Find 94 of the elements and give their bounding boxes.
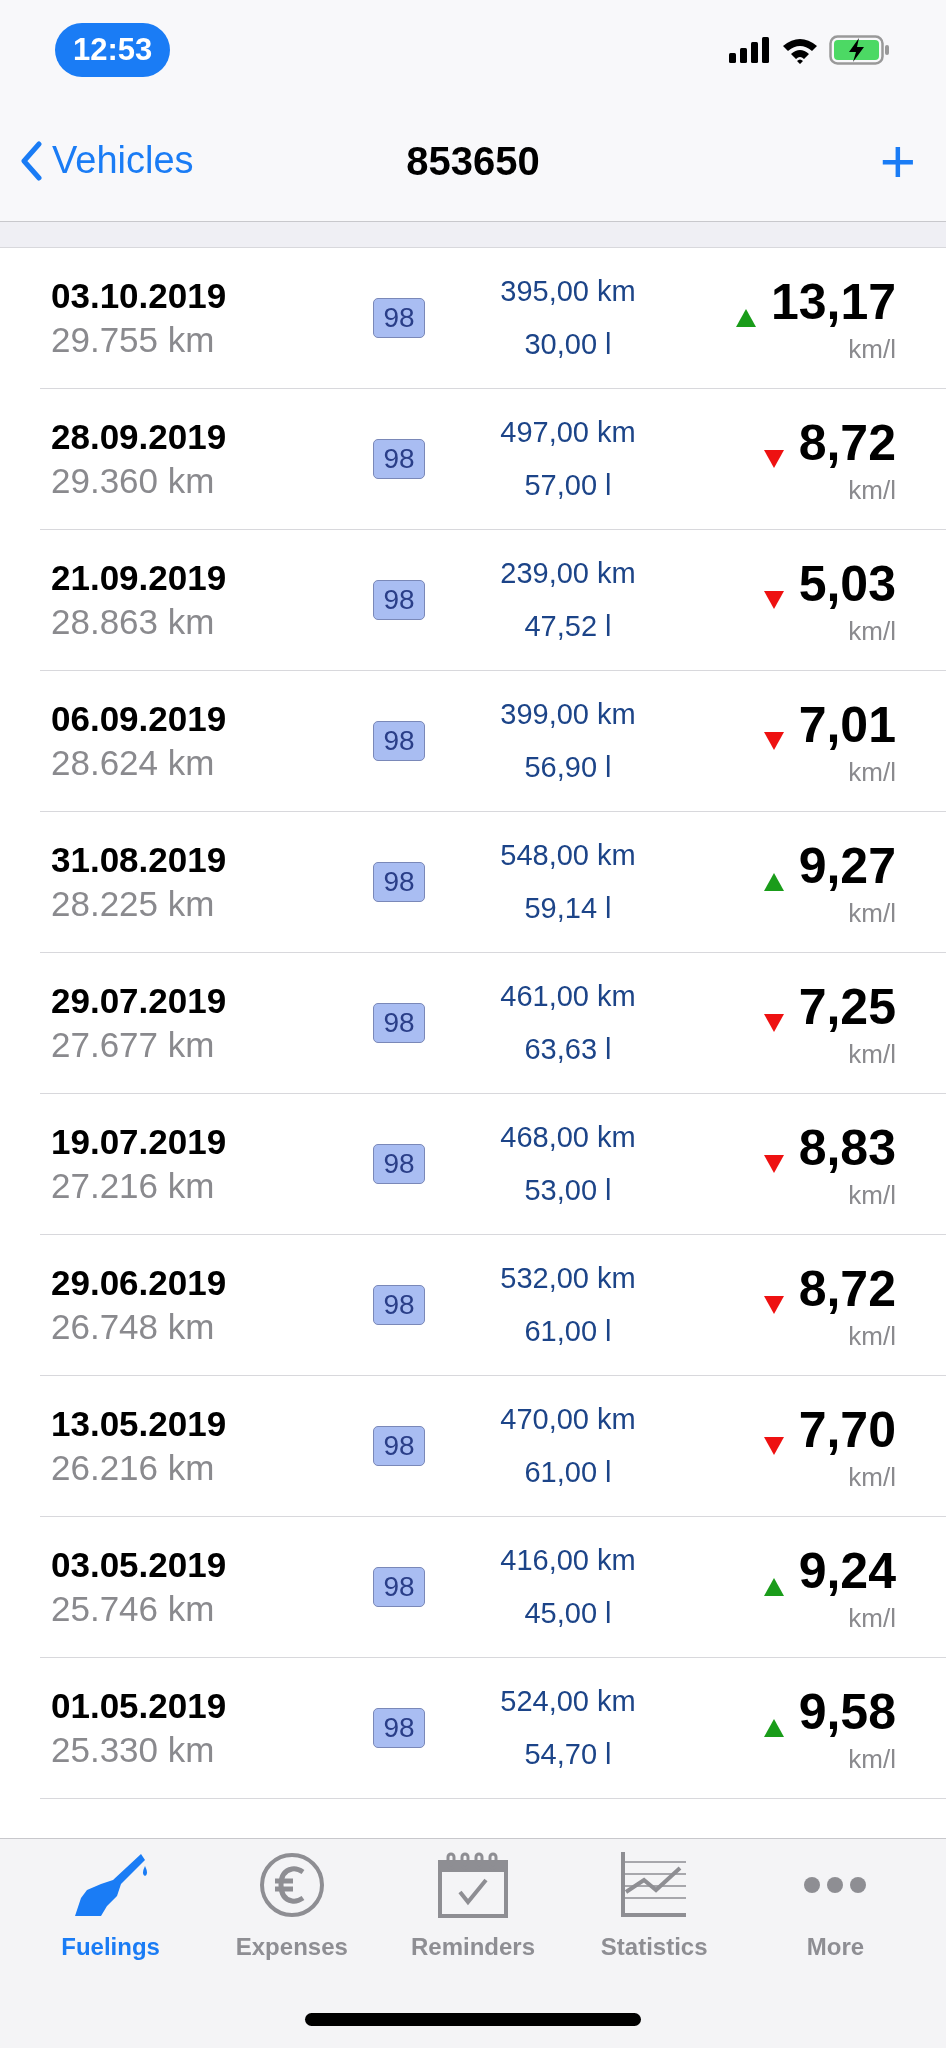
fuel-grade-badge: 98 [373, 1003, 425, 1043]
fuel-volume: 45,00 l [524, 1596, 612, 1631]
odometer-reading: 28.225 km [51, 883, 216, 925]
screen-title: 853650 [406, 137, 540, 185]
distance-value: 468,00 km [500, 1119, 636, 1155]
consumption-unit: km/l [848, 333, 896, 366]
tab-bar-item[interactable]: Statistics [563, 1849, 745, 1965]
fuel-grade-badge: 98 [373, 1144, 425, 1184]
fueling-date: 03.05.2019 [51, 1544, 228, 1587]
distance-value: 416,00 km [500, 1542, 636, 1578]
calendar-check-icon [438, 1852, 508, 1918]
fuel-grade-badge: 98 [373, 439, 425, 479]
odometer-reading: 26.748 km [51, 1306, 216, 1348]
fueling-date: 29.07.2019 [51, 980, 228, 1023]
line-chart-icon [620, 1852, 689, 1918]
consumption-unit: km/l [848, 615, 896, 648]
fueling-date: 06.09.2019 [51, 698, 228, 741]
status-time: 12:53 [55, 22, 171, 78]
chevron-left-icon [20, 140, 42, 181]
fuel-volume: 53,00 l [524, 1173, 612, 1208]
distance-value: 548,00 km [500, 837, 636, 873]
fuel-volume: 56,90 l [524, 750, 612, 785]
consumption-unit: km/l [848, 1320, 896, 1353]
fueling-date: 01.05.2019 [51, 1685, 228, 1728]
fuel-volume: 61,00 l [524, 1314, 612, 1349]
fueling-date: 03.10.2019 [51, 275, 228, 318]
distance-value: 524,00 km [500, 1683, 636, 1719]
odometer-reading: 27.677 km [51, 1024, 216, 1066]
distance-value: 470,00 km [500, 1401, 636, 1437]
fuel-volume: 57,00 l [524, 468, 612, 503]
fuel-volume: 47,52 l [524, 609, 612, 644]
consumption-value: 13,17 [770, 272, 896, 332]
fuel-volume: 54,70 l [524, 1737, 612, 1772]
consumption-value: 7,01 [798, 695, 896, 755]
signal-icon [729, 37, 771, 63]
fueling-date: 29.06.2019 [51, 1262, 228, 1305]
tab-bar-item[interactable]: More [744, 1849, 926, 1965]
euro-icon [258, 1852, 325, 1918]
fueling-date: 19.07.2019 [51, 1121, 228, 1164]
tab-bar-item[interactable]: Fuelings [20, 1849, 202, 1965]
back-button[interactable]: Vehicles [20, 132, 194, 189]
consumption-unit: km/l [848, 756, 896, 789]
odometer-reading: 29.360 km [51, 460, 216, 502]
fuel-grade-badge: 98 [373, 862, 425, 902]
distance-value: 399,00 km [500, 696, 636, 732]
consumption-value: 8,72 [798, 413, 896, 473]
fueling-date: 28.09.2019 [51, 416, 228, 459]
fuel-volume: 30,00 l [524, 327, 612, 362]
fuel-volume: 61,00 l [524, 1455, 612, 1490]
consumption-value: 9,24 [798, 1541, 896, 1601]
tab-bar-item[interactable]: Reminders [382, 1849, 564, 1965]
fuel-grade-badge: 98 [373, 1285, 425, 1325]
fuel-volume: 63,63 l [524, 1032, 612, 1067]
fueling-date: 31.08.2019 [51, 839, 228, 882]
odometer-reading: 27.216 km [51, 1165, 216, 1207]
fueling-date: 21.09.2019 [51, 557, 228, 600]
odometer-reading: 28.624 km [51, 742, 216, 784]
consumption-value: 8,83 [798, 1118, 896, 1178]
odometer-reading: 25.746 km [51, 1588, 216, 1630]
consumption-value: 8,72 [798, 1259, 896, 1319]
fuel-grade-badge: 98 [373, 1708, 425, 1748]
consumption-value: 7,70 [798, 1400, 896, 1460]
consumption-unit: km/l [848, 897, 896, 930]
consumption-value: 9,58 [798, 1682, 896, 1742]
distance-value: 461,00 km [500, 978, 636, 1014]
consumption-unit: km/l [848, 1038, 896, 1071]
fuel-grade-badge: 98 [373, 580, 425, 620]
distance-value: 497,00 km [500, 414, 636, 450]
fuel-volume: 59,14 l [524, 891, 612, 926]
distance-value: 395,00 km [500, 273, 636, 309]
consumption-value: 7,25 [798, 977, 896, 1037]
tab-bar-item[interactable]: Expenses [201, 1849, 383, 1965]
fuel-grade-badge: 98 [373, 1567, 425, 1607]
consumption-value: 5,03 [798, 554, 896, 614]
consumption-unit: km/l [848, 1743, 896, 1776]
consumption-unit: km/l [848, 1602, 896, 1635]
fuel-grade-badge: 98 [373, 1426, 425, 1466]
consumption-unit: km/l [848, 1179, 896, 1212]
fuel-grade-badge: 98 [373, 721, 425, 761]
fuel-grade-badge: 98 [373, 298, 425, 338]
consumption-unit: km/l [848, 474, 896, 507]
add-button[interactable]: + [879, 129, 926, 192]
odometer-reading: 25.330 km [51, 1729, 216, 1771]
consumption-value: 9,27 [798, 836, 896, 896]
more-icon [803, 1876, 868, 1894]
distance-value: 532,00 km [500, 1260, 636, 1296]
fueling-date: 13.05.2019 [51, 1403, 228, 1446]
wifi-icon [781, 36, 819, 64]
odometer-reading: 26.216 km [51, 1447, 216, 1489]
consumption-unit: km/l [848, 1461, 896, 1494]
odometer-reading: 28.863 km [51, 601, 216, 643]
battery-charging-icon [829, 35, 891, 65]
odometer-reading: 29.755 km [51, 319, 216, 361]
distance-value: 239,00 km [500, 555, 636, 591]
